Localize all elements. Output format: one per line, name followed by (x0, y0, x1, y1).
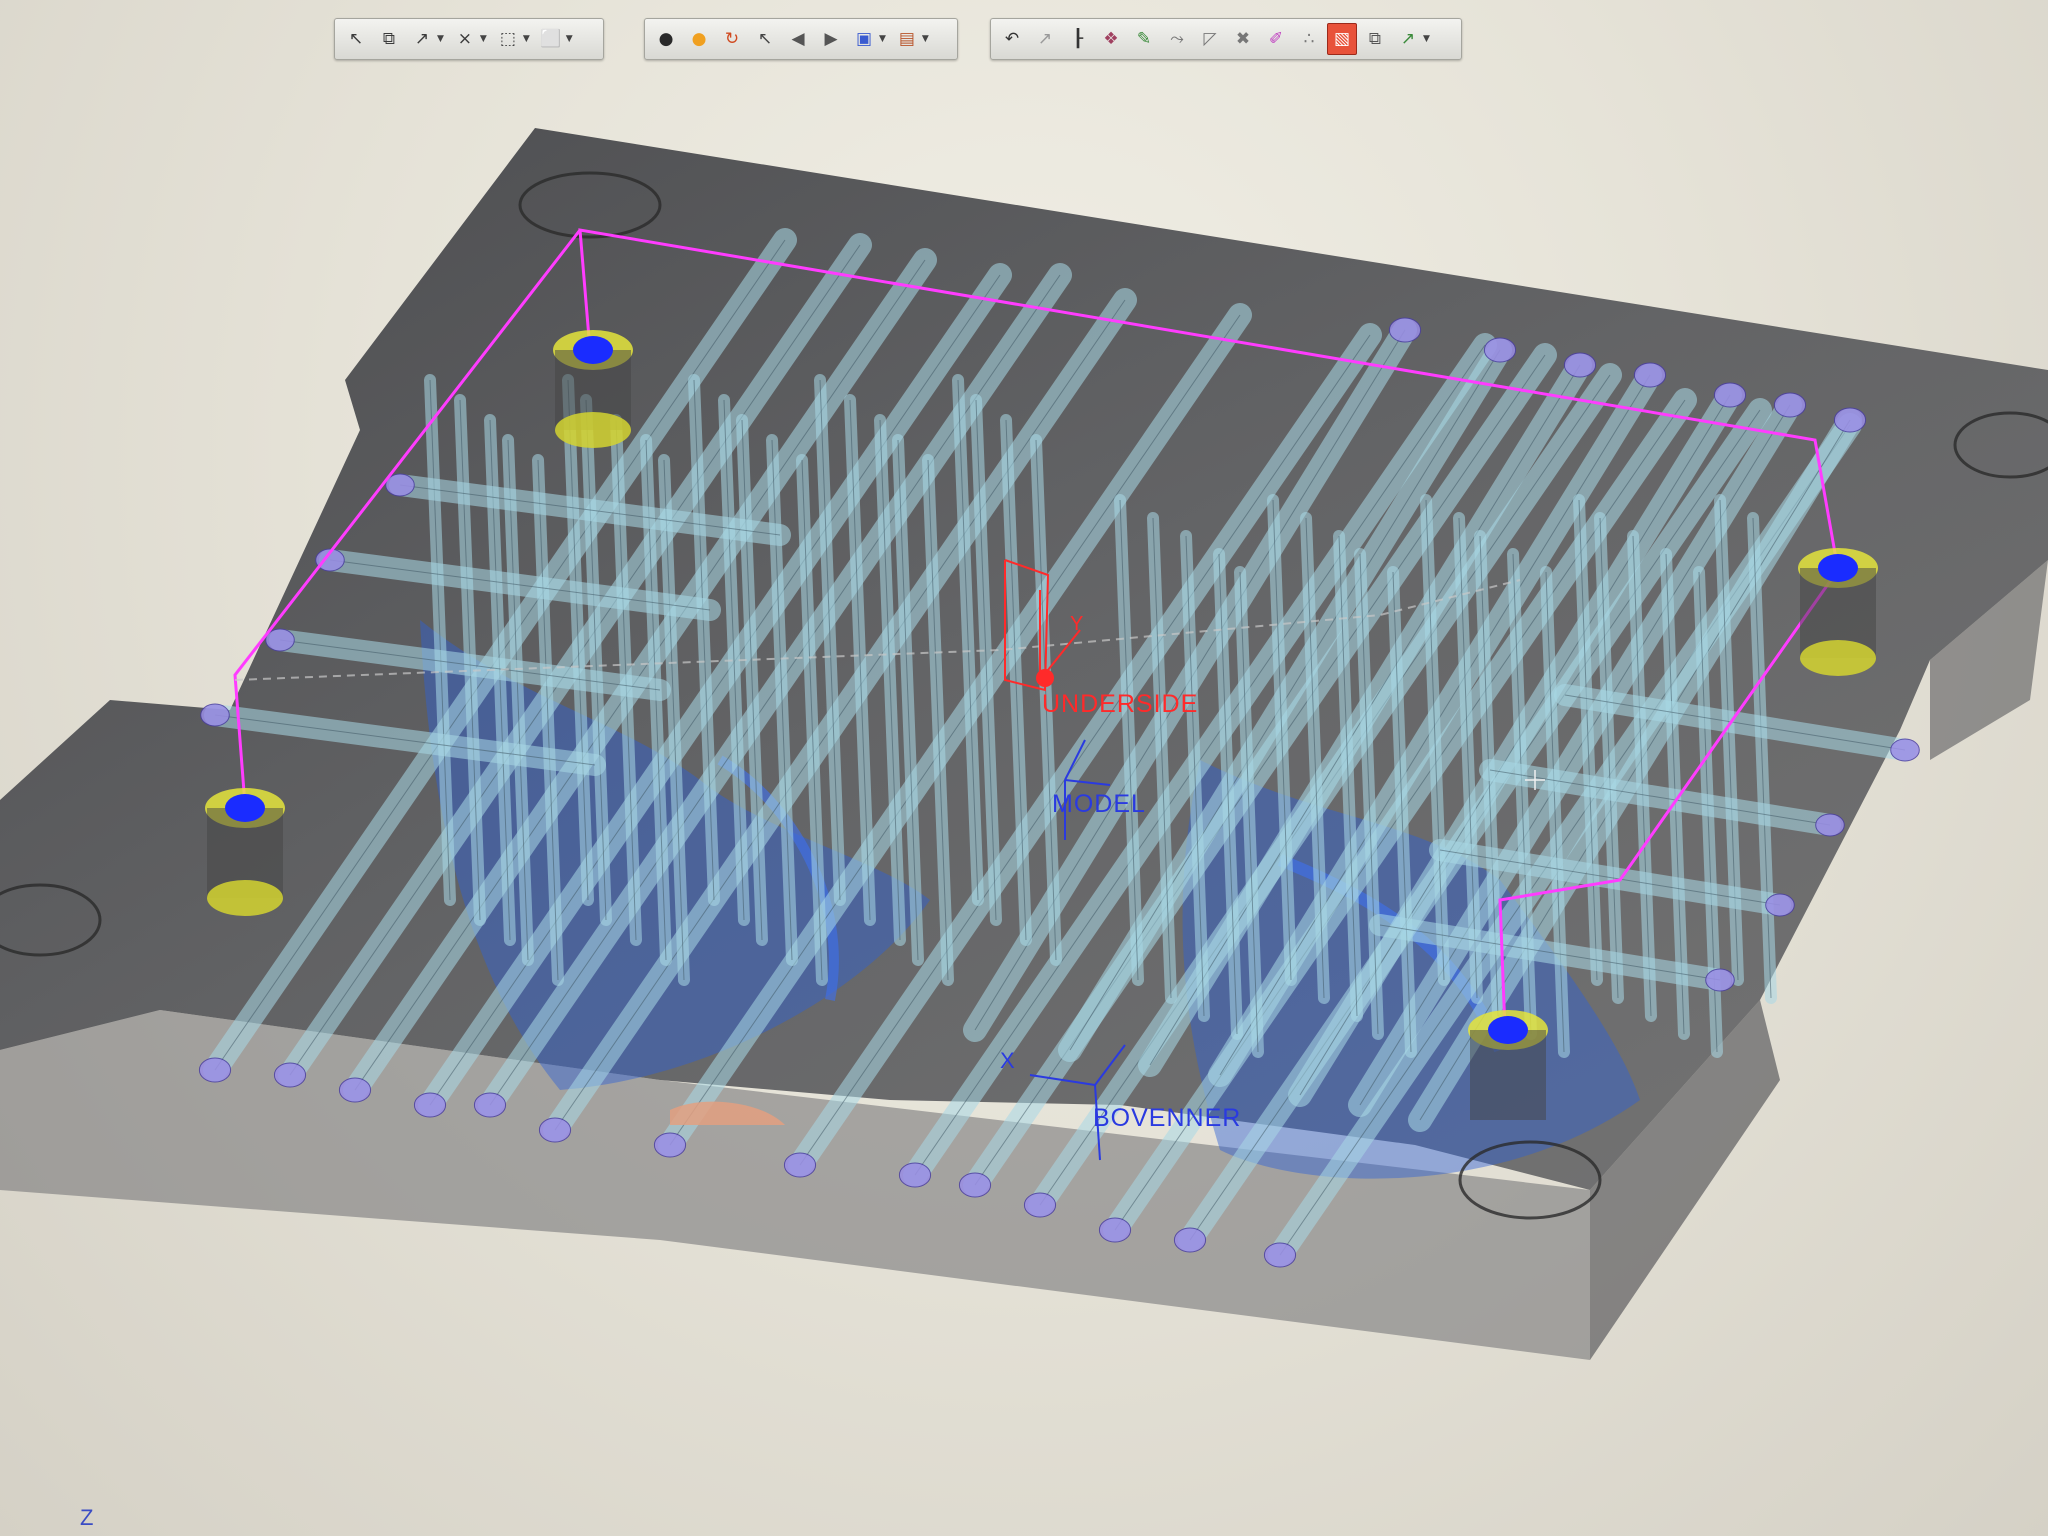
csys-bovenner-label: BOVENNER (1093, 1104, 1241, 1132)
channel-end-cap (1263, 1242, 1297, 1268)
channel-end-cap (1173, 1227, 1207, 1253)
inlet-port-left[interactable] (205, 788, 285, 916)
csys-model-label: MODEL (1052, 790, 1146, 818)
csys-underside-label: UNDERSIDE (1042, 690, 1198, 718)
channel-end-cap (1098, 1217, 1132, 1243)
channel-end-cap (1765, 893, 1795, 917)
channel-end-cap (1633, 362, 1667, 388)
channel-end-cap (1705, 968, 1735, 992)
channel-end-cap (338, 1077, 372, 1103)
channel-end-cap (413, 1092, 447, 1118)
channel-end-cap (1483, 337, 1517, 363)
channel-end-cap (1023, 1192, 1057, 1218)
csys-underside-y-label: Y (1070, 613, 1083, 635)
channel-end-cap (1713, 382, 1747, 408)
3d-model-viewport[interactable]: UNDERSIDE Y MODEL X BOVENNER (0, 0, 2048, 1536)
channel-end-cap (898, 1162, 932, 1188)
outlet-port-right[interactable] (1798, 548, 1878, 676)
csys-bovenner-x-label: X (1000, 1048, 1015, 1073)
channel-end-cap (1833, 407, 1867, 433)
channel-end-cap (538, 1117, 572, 1143)
orientation-indicator: Z (80, 1505, 94, 1530)
outlet-port-bottom-right[interactable] (1468, 1010, 1548, 1120)
channel-end-cap (1890, 738, 1920, 762)
channel-end-cap (198, 1057, 232, 1083)
channel-end-cap (273, 1062, 307, 1088)
channel-end-cap (1563, 352, 1597, 378)
channel-end-cap (1388, 317, 1422, 343)
channel-end-cap (200, 703, 230, 727)
channel-end-cap (473, 1092, 507, 1118)
channel-end-cap (1773, 392, 1807, 418)
channel-end-cap (958, 1172, 992, 1198)
inlet-port-top-left[interactable] (553, 330, 633, 448)
channel-end-cap (653, 1132, 687, 1158)
channel-end-cap (1815, 813, 1845, 837)
channel-end-cap (783, 1152, 817, 1178)
